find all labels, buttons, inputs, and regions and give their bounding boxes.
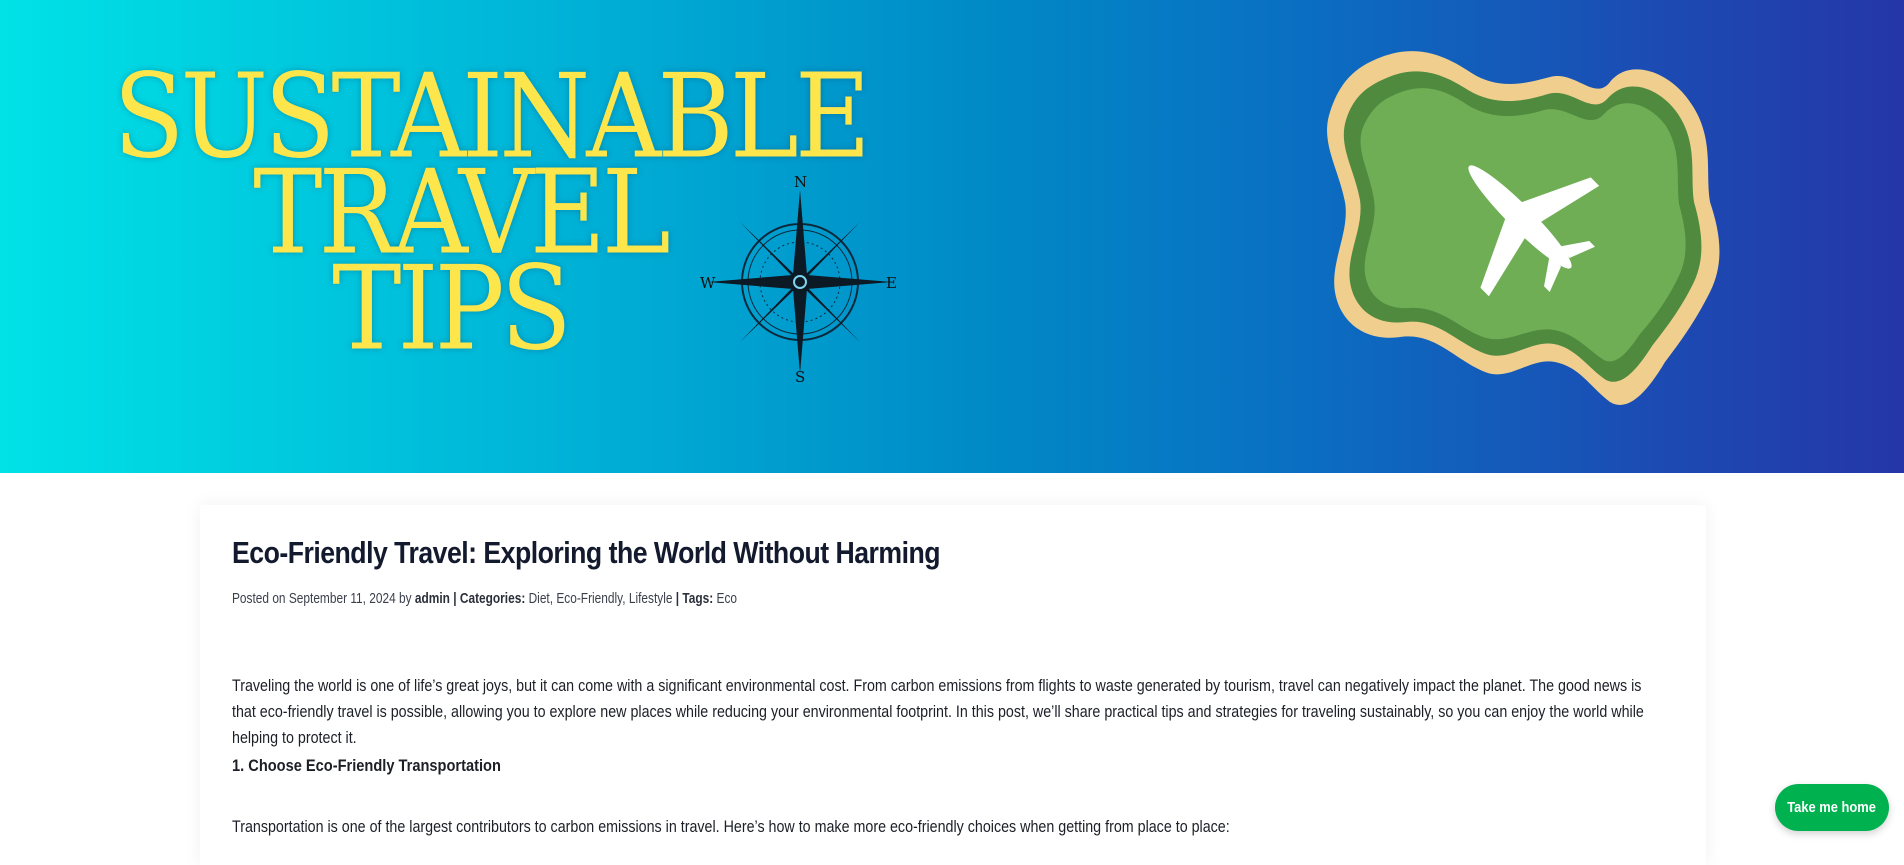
section-transportation-text: Transportation is one of the largest con… [232,817,1230,836]
compass-west-label: W [700,274,716,292]
meta-separator-1: | [453,591,457,607]
author-link[interactable]: admin [415,591,450,607]
compass-south-label: S [795,368,806,386]
category-link-diet[interactable]: Diet [529,591,550,607]
category-link-lifestyle[interactable]: Lifestyle [629,591,673,607]
tag-link-eco[interactable]: Eco [717,591,738,607]
post-intro-paragraph: Traveling the world is one of life’s gre… [232,673,1657,751]
compass-east-label: E [886,274,897,292]
section-heading-transportation: 1. Choose Eco-Friendly Transportation [232,756,501,775]
categories-label: Categories: [459,591,526,607]
post-title: Eco-Friendly Travel: Exploring the World… [232,535,941,570]
section-transportation-paragraph: Transportation is one of the largest con… [232,814,1657,840]
island-airplane-icon [1310,42,1730,457]
meta-separator-2: | [675,591,680,607]
post-intro-text: Traveling the world is one of life’s gre… [232,676,1644,747]
post-meta: Posted on September 11, 2024 by admin | … [232,591,738,607]
post-date-link[interactable]: September 11, 2024 [289,591,396,607]
take-me-home-label: Take me home [1787,799,1877,816]
compass-north-label: N [794,173,808,191]
hero-banner: SUSTAINABLE TRAVEL TIPS N E S W [0,0,1904,473]
category-link-eco-friendly[interactable]: Eco-Friendly [556,591,622,607]
take-me-home-button[interactable]: Take me home [1775,784,1889,831]
by-label: by [399,591,412,607]
tags-label: Tags: [682,591,714,607]
compass-rose-icon: N E S W [700,173,900,386]
posted-prefix: Posted on [232,591,286,607]
